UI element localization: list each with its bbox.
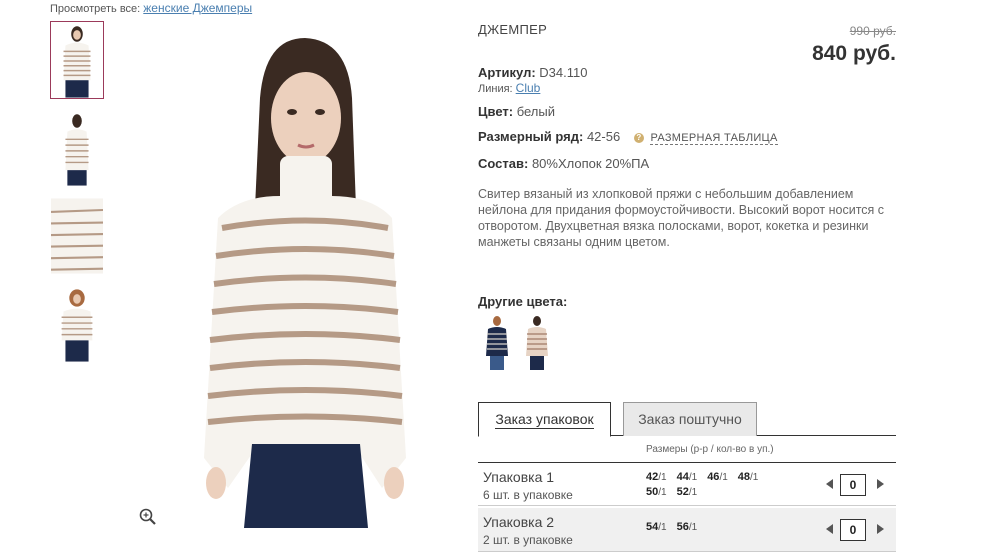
pack-row: Упаковка 1 6 шт. в упаковке 42/1 44/1 46/1… (478, 462, 896, 506)
product-description: Свитер вязаный из хлопковой пряжи с небо… (478, 187, 885, 249)
other-colors-list (482, 314, 558, 375)
article-row: Артикул: D34.110 (478, 65, 587, 80)
pack-count: 2 шт. в упаковке (483, 533, 573, 547)
pack-name: Упаковка 1 (483, 469, 555, 485)
size-item: 52/1 (676, 486, 698, 498)
thumbnail-detail[interactable] (50, 197, 104, 275)
pack-name: Упаковка 2 (483, 514, 555, 530)
size-item: 54/1 (646, 521, 667, 533)
color-swatch-beige[interactable] (522, 314, 552, 370)
size-item: 44/1 (676, 471, 698, 483)
size-item: 48/1 (737, 471, 759, 483)
price: 840 руб. (812, 42, 896, 65)
color-swatch-navy[interactable] (482, 314, 512, 370)
breadcrumb-category-link[interactable]: женские Джемперы (143, 1, 252, 15)
tab-piece-order[interactable]: Заказ поштучно (623, 402, 757, 436)
quantity-stepper (826, 519, 886, 541)
line-label: Линия: (478, 83, 513, 95)
article-label: Артикул: (478, 65, 536, 80)
tab-piece-order-label: Заказ поштучно (638, 411, 742, 427)
article-value: D34.110 (539, 65, 588, 80)
color-row: Цвет: белый (478, 104, 555, 119)
old-price: 990 руб. (849, 24, 896, 38)
product-type: ДЖЕМПЕР (478, 22, 548, 37)
increase-arrow-icon[interactable] (877, 479, 884, 489)
help-icon: ? (633, 133, 644, 143)
size-table[interactable]: ? РАЗМЕРНАЯ ТАБЛИЦА (633, 129, 778, 145)
size-item: 46/1 (707, 471, 728, 483)
pack-sizes: 42/1 44/1 46/1 48/1 50/1 52/1 (646, 470, 786, 500)
size-table-link[interactable]: РАЗМЕРНАЯ ТАБЛИЦА (650, 132, 778, 145)
tab-pack-order-label: Заказ упаковок (495, 411, 594, 429)
color-label: Цвет: (478, 104, 514, 119)
tab-pack-order[interactable]: Заказ упаковок (478, 402, 611, 437)
pack-row: Упаковка 2 2 шт. в упаковке 54/1 56/1 (478, 508, 896, 552)
size-range-label: Размерный ряд: (478, 129, 584, 144)
thumbnail-front[interactable] (50, 21, 104, 99)
size-range-row: Размерный ряд: 42-56 ? РАЗМЕРНАЯ ТАБЛИЦА (478, 129, 778, 145)
composition-value: 80%Хлопок 20%ПА (531, 156, 650, 171)
color-value: белый (516, 104, 555, 119)
size-item: 50/1 (646, 486, 667, 498)
composition-label: Состав: (478, 156, 529, 171)
breadcrumb: Просмотреть все: женские Джемперы (50, 1, 252, 15)
increase-arrow-icon[interactable] (877, 524, 884, 534)
line-row: Линия: Club (478, 81, 540, 95)
size-item: 42/1 (646, 471, 667, 483)
sizes-header: Размеры (р-р / кол-во в уп.) (646, 444, 774, 455)
thumbnail-back[interactable] (50, 109, 104, 187)
pack-sizes: 54/1 56/1 (646, 520, 786, 535)
order-tabs: Заказ упаковок Заказ поштучно (478, 402, 896, 437)
decrease-arrow-icon[interactable] (826, 479, 833, 489)
thumbnail-list (50, 21, 106, 373)
breadcrumb-prefix: Просмотреть все: (50, 3, 141, 15)
size-item: 56/1 (676, 521, 698, 533)
decrease-arrow-icon[interactable] (826, 524, 833, 534)
pack-count: 6 шт. в упаковке (483, 488, 573, 502)
main-product-photo[interactable] (130, 28, 460, 528)
line-link[interactable]: Club (516, 81, 541, 95)
composition-row: Состав: 80%Хлопок 20%ПА (478, 156, 649, 171)
other-colors-title: Другие цвета: (478, 294, 568, 309)
thumbnail-styled[interactable] (50, 285, 104, 363)
quantity-input[interactable] (840, 474, 866, 496)
quantity-input[interactable] (840, 519, 866, 541)
size-range-value: 42-56 (586, 129, 621, 144)
zoom-icon[interactable] (138, 507, 158, 527)
quantity-stepper (826, 474, 886, 496)
